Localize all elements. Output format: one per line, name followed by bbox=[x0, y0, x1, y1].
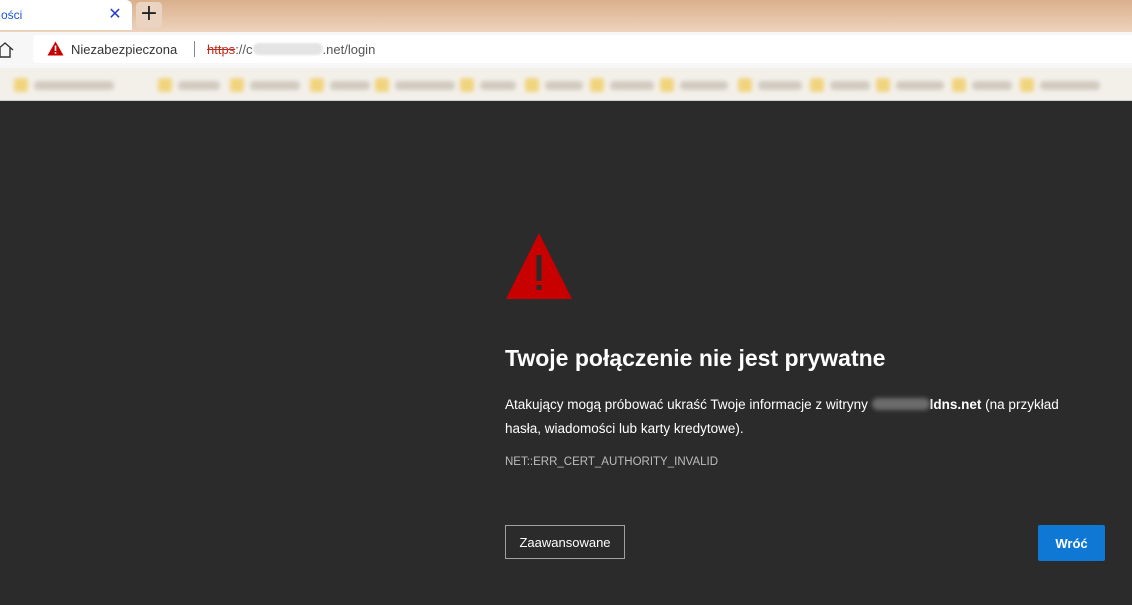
redacted-host bbox=[871, 398, 930, 410]
plus-icon: + bbox=[139, 1, 159, 26]
browser-tab[interactable]: ości ✕ bbox=[0, 0, 132, 30]
error-page: Twoje połączenie nie jest prywatne Ataku… bbox=[0, 101, 1132, 605]
home-icon bbox=[0, 42, 14, 58]
favorite-item[interactable] bbox=[738, 78, 802, 92]
favorite-item[interactable] bbox=[310, 78, 370, 92]
favorite-item[interactable] bbox=[230, 78, 300, 92]
tab-title: ości bbox=[1, 8, 23, 22]
host-suffix: ldns.net bbox=[929, 397, 982, 412]
favorite-item[interactable] bbox=[158, 78, 220, 92]
favorite-item[interactable] bbox=[660, 78, 728, 92]
favorite-item[interactable] bbox=[876, 78, 944, 92]
favorite-item[interactable] bbox=[952, 78, 1012, 92]
home-button[interactable] bbox=[0, 39, 16, 61]
warning-icon[interactable] bbox=[47, 41, 64, 56]
url-text[interactable]: https://c .net/login bbox=[207, 42, 375, 57]
tab-strip: ości ✕ + bbox=[0, 0, 1132, 32]
close-icon[interactable]: ✕ bbox=[106, 6, 124, 24]
favorite-item[interactable] bbox=[1020, 78, 1100, 92]
error-description: Atakujący mogą próbować ukraść Twoje inf… bbox=[505, 393, 1085, 441]
description-part-1: Atakujący mogą próbować ukraść Twoje inf… bbox=[505, 397, 872, 412]
favorite-item[interactable] bbox=[14, 78, 114, 92]
favorite-item[interactable] bbox=[810, 78, 870, 92]
url-tail: .net/login bbox=[322, 42, 376, 57]
address-bar[interactable]: Niezabezpieczona https://c .net/login bbox=[33, 35, 1132, 63]
warning-icon bbox=[506, 233, 572, 299]
url-host-prefix: ://c bbox=[235, 42, 253, 57]
url-scheme: https bbox=[207, 42, 236, 57]
favorite-item[interactable] bbox=[460, 78, 516, 92]
browser-toolbar: Niezabezpieczona https://c .net/login bbox=[0, 32, 1132, 68]
back-button[interactable]: Wróć bbox=[1038, 525, 1105, 561]
error-code[interactable]: NET::ERR_CERT_AUTHORITY_INVALID bbox=[505, 456, 718, 468]
advanced-button[interactable]: Zaawansowane bbox=[505, 525, 625, 559]
favorites-bar bbox=[0, 68, 1132, 100]
security-status-label[interactable]: Niezabezpieczona bbox=[71, 42, 177, 57]
new-tab-button[interactable]: + bbox=[136, 2, 162, 28]
address-separator bbox=[194, 41, 195, 57]
favorite-item[interactable] bbox=[375, 78, 455, 92]
favorite-item[interactable] bbox=[590, 78, 654, 92]
favorite-item[interactable] bbox=[525, 78, 583, 92]
redacted-host bbox=[252, 43, 323, 55]
page-title: Twoje połączenie nie jest prywatne bbox=[505, 345, 886, 371]
